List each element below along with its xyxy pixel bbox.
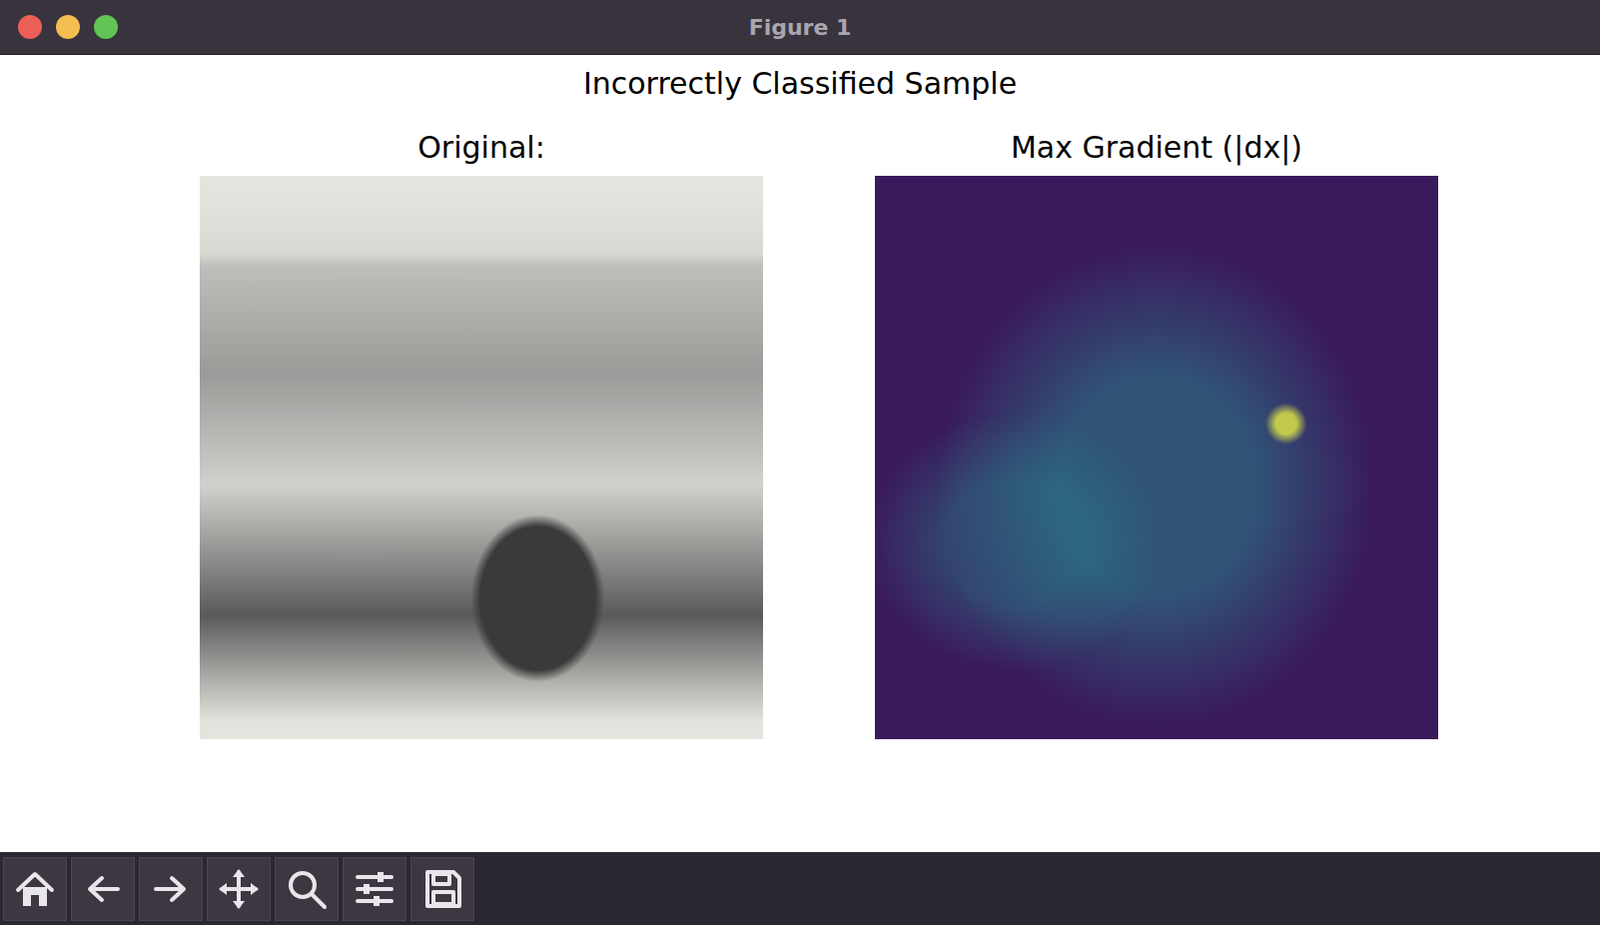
minimize-button[interactable] — [55, 14, 80, 39]
save-button[interactable] — [410, 856, 475, 921]
figure-title: Incorrectly Classified Sample — [0, 65, 1600, 102]
title-bar: Figure 1 — [0, 0, 1600, 55]
gradient-heatmap — [874, 175, 1439, 740]
window-title: Figure 1 — [0, 14, 1600, 40]
home-icon — [11, 865, 58, 912]
subplot-title: Original: — [417, 129, 546, 166]
home-button[interactable] — [2, 856, 67, 921]
subplot-title: Max Gradient (|dx|) — [1010, 129, 1303, 166]
original-image — [199, 175, 764, 740]
zoom-icon — [283, 865, 330, 912]
save-icon — [419, 865, 466, 912]
zoom-button[interactable] — [274, 856, 339, 921]
zoom-button[interactable] — [93, 14, 118, 39]
navigation-toolbar — [0, 851, 1600, 925]
forward-arrow-icon — [147, 865, 194, 912]
back-arrow-button[interactable] — [70, 856, 135, 921]
configure-subplots-button[interactable] — [342, 856, 407, 921]
subplot: Max Gradient (|dx|) — [874, 129, 1439, 740]
back-arrow-icon — [79, 865, 126, 912]
close-button[interactable] — [17, 14, 42, 39]
move-button[interactable] — [206, 856, 271, 921]
figure-canvas: Incorrectly Classified Sample Original: M… — [0, 54, 1600, 852]
forward-arrow-button[interactable] — [138, 856, 203, 921]
subplots: Original: Max Gradient (|dx|) — [199, 129, 1600, 740]
subplot: Original: — [199, 129, 764, 740]
move-icon — [215, 865, 262, 912]
configure-subplots-icon — [351, 865, 398, 912]
